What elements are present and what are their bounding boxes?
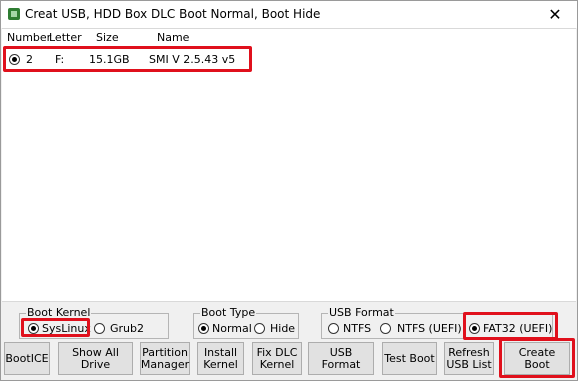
fat32-uefi-highlight <box>463 312 558 340</box>
column-header-number[interactable]: Number <box>7 31 51 44</box>
booticce-button[interactable]: BootICE <box>4 342 50 375</box>
ntfs-label[interactable]: NTFS <box>343 322 371 335</box>
fix-dlc-kernel-button[interactable]: Fix DLC Kernel <box>252 342 302 375</box>
normal-label[interactable]: Normal <box>212 322 252 335</box>
install-kernel-button[interactable]: Install Kernel <box>197 342 244 375</box>
create-boot-highlight <box>499 338 575 378</box>
column-header-name[interactable]: Name <box>157 31 189 44</box>
hide-label[interactable]: Hide <box>270 322 295 335</box>
syslinux-highlight <box>21 318 90 337</box>
window-title: Creat USB, HDD Box DLC Boot Normal, Boot… <box>25 7 321 21</box>
show-all-drive-button[interactable]: Show All Drive <box>58 342 133 375</box>
boot-type-group: Boot Type Normal Hide <box>193 306 299 339</box>
drive-list[interactable]: Number Letter Size Name 2 F: 15.1GB SMI … <box>2 28 576 302</box>
ntfs-uefi-radio[interactable] <box>380 323 391 334</box>
ntfs-radio[interactable] <box>328 323 339 334</box>
boot-type-label: Boot Type <box>200 306 257 319</box>
usb-format-button[interactable]: USB Format <box>308 342 374 375</box>
column-header-letter[interactable]: Letter <box>49 31 82 44</box>
grub2-label[interactable]: Grub2 <box>110 322 144 335</box>
close-icon[interactable]: ✕ <box>533 1 577 28</box>
hide-radio[interactable] <box>254 323 265 334</box>
refresh-usb-list-button[interactable]: Refresh USB List <box>444 342 494 375</box>
usb-tool-icon <box>8 8 20 20</box>
app-window: Creat USB, HDD Box DLC Boot Normal, Boot… <box>0 0 578 381</box>
usb-format-label: USB Format <box>328 306 395 319</box>
client-area: Number Letter Size Name 2 F: 15.1GB SMI … <box>1 28 577 380</box>
ntfs-uefi-label[interactable]: NTFS (UEFI) <box>397 322 462 335</box>
test-boot-button[interactable]: Test Boot <box>382 342 437 375</box>
grub2-radio[interactable] <box>94 323 105 334</box>
title-bar: Creat USB, HDD Box DLC Boot Normal, Boot… <box>1 1 577 28</box>
column-header-size[interactable]: Size <box>96 31 119 44</box>
drive-row-highlight <box>3 46 252 72</box>
normal-radio[interactable] <box>198 323 209 334</box>
partition-manager-button[interactable]: Partition Manager <box>140 342 190 375</box>
